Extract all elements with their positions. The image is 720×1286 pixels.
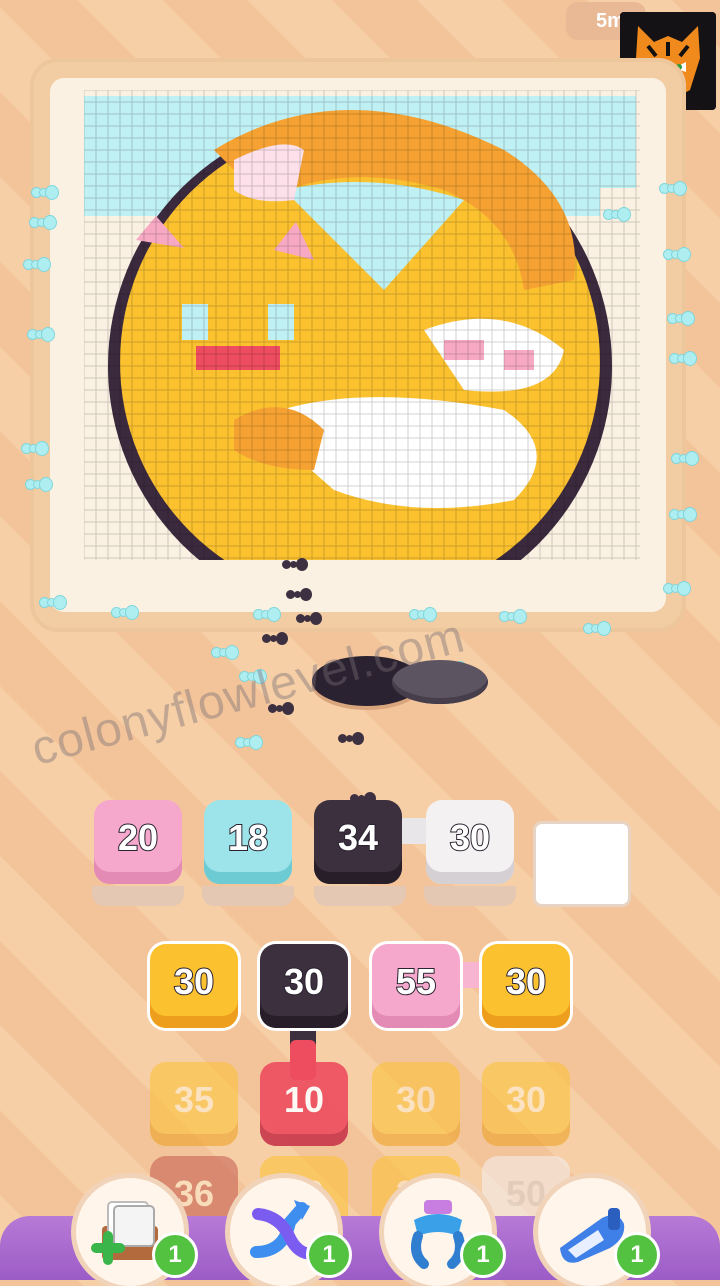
ant <box>338 730 364 748</box>
booster-count-badge: 1 <box>460 1232 506 1278</box>
ant <box>670 350 696 368</box>
queue-tile-2[interactable]: 18 <box>204 800 292 884</box>
slot-base <box>202 886 294 906</box>
ant <box>296 610 322 628</box>
ant <box>672 450 698 468</box>
tile-count: 30 <box>505 1079 547 1120</box>
grid-tile-r2c2: 10 <box>260 1062 348 1146</box>
grid-tile-r1c2[interactable]: 30 <box>260 944 348 1028</box>
tile-count: 20 <box>117 816 159 859</box>
tile-count: 30 <box>449 816 491 859</box>
tile-count: 30 <box>505 960 547 1003</box>
tile-count: 55 <box>395 960 437 1003</box>
tile-count: 10 <box>283 1079 325 1120</box>
ant <box>24 256 50 274</box>
queue-tile-3[interactable]: 34 <box>314 800 402 884</box>
grid-tile-r2c4: 30 <box>482 1062 570 1146</box>
tile-count: 30 <box>283 960 325 1003</box>
tile-count: 30 <box>173 960 215 1003</box>
ant <box>212 644 238 662</box>
queue-tile-4[interactable]: 30 <box>426 800 514 884</box>
pixel-art-canvas <box>84 90 640 618</box>
grid-tile-r1c4[interactable]: 30 <box>482 944 570 1028</box>
ant <box>32 184 58 202</box>
ant <box>282 556 308 574</box>
ant <box>660 180 686 198</box>
grid-tile-r2c1: 35 <box>150 1062 238 1146</box>
slot-base <box>314 886 406 906</box>
grid-tile-r1c3[interactable]: 55 <box>372 944 460 1028</box>
booster-count-badge: 1 <box>614 1232 660 1278</box>
tile-count: 18 <box>227 816 269 859</box>
ant <box>28 326 54 344</box>
ant <box>112 604 138 622</box>
empty-queue-slot[interactable] <box>536 824 628 904</box>
ant <box>670 506 696 524</box>
ant <box>254 606 280 624</box>
ant <box>22 440 48 458</box>
ant <box>30 214 56 232</box>
ant <box>668 310 694 328</box>
cat-pixel-art <box>84 90 640 618</box>
tile-count: 34 <box>337 816 379 859</box>
ant <box>26 476 52 494</box>
ant <box>286 586 312 604</box>
ant <box>236 734 262 752</box>
slot-base <box>92 886 184 906</box>
booster-count-badge: 1 <box>306 1232 352 1278</box>
queue-tile-1[interactable]: 20 <box>94 800 182 884</box>
tile-count: 30 <box>395 1079 437 1120</box>
tile-count: 35 <box>173 1079 215 1120</box>
booster-count-badge: 1 <box>152 1232 198 1278</box>
ant <box>500 608 526 626</box>
slot-base <box>424 886 516 906</box>
ant <box>664 246 690 264</box>
ant <box>262 630 288 648</box>
ant <box>584 620 610 638</box>
ant <box>40 594 66 612</box>
grid-tile-r2c3: 30 <box>372 1062 460 1146</box>
ant <box>664 580 690 598</box>
ant <box>604 206 630 224</box>
grid-tile-r1c1[interactable]: 30 <box>150 944 238 1028</box>
